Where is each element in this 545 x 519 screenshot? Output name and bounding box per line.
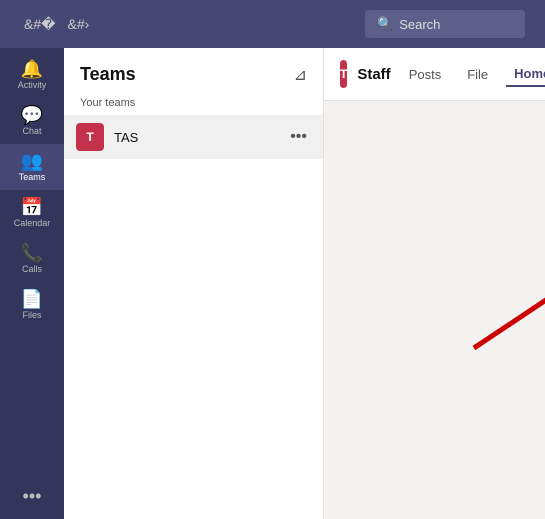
sidebar-label-calls: Calls: [22, 264, 42, 274]
team-avatar-tas: T: [76, 123, 104, 151]
back-button[interactable]: &#�: [20, 14, 59, 35]
teams-title: Teams: [80, 64, 136, 85]
sidebar-more-button[interactable]: •••: [23, 486, 42, 507]
your-teams-label: Your teams: [64, 93, 323, 115]
search-label: Search: [399, 17, 440, 32]
teams-header: Teams ⊿: [64, 48, 323, 93]
calendar-icon: 📅: [21, 198, 43, 216]
chat-icon: 💬: [21, 106, 43, 124]
content-header: T Staff Posts File Home: [324, 48, 545, 101]
sidebar-label-teams: Teams: [19, 172, 46, 182]
sidebar-item-calendar[interactable]: 📅 Calendar: [0, 190, 64, 236]
calls-icon: 📞: [21, 244, 43, 262]
sidebar: 🔔 Activity 💬 Chat 👥 Teams 📅 Calendar 📞 C…: [0, 48, 64, 519]
search-box[interactable]: 🔍 Search: [365, 10, 525, 38]
sidebar-item-chat[interactable]: 💬 Chat: [0, 98, 64, 144]
sidebar-item-files[interactable]: 📄 Files: [0, 282, 64, 328]
sidebar-label-calendar: Calendar: [14, 218, 51, 228]
team-item-tas[interactable]: T TAS •••: [64, 115, 323, 159]
top-bar: &#� &#› 🔍 Search: [0, 0, 545, 48]
sidebar-item-teams[interactable]: 👥 Teams: [0, 144, 64, 190]
teams-icon: 👥: [21, 152, 43, 170]
team-name-tas: TAS: [114, 130, 286, 145]
teams-panel: Teams ⊿ Your teams T TAS •••: [64, 48, 324, 519]
main-layout: 🔔 Activity 💬 Chat 👥 Teams 📅 Calendar 📞 C…: [0, 48, 545, 519]
sidebar-label-chat: Chat: [22, 126, 41, 136]
staff-avatar: T: [340, 60, 347, 88]
sidebar-label-files: Files: [22, 310, 41, 320]
sidebar-item-calls[interactable]: 📞 Calls: [0, 236, 64, 282]
tab-home[interactable]: Home: [506, 62, 545, 87]
team-more-button[interactable]: •••: [286, 126, 311, 148]
activity-icon: 🔔: [21, 60, 43, 78]
arrow-annotation: [454, 238, 545, 358]
search-icon: 🔍: [377, 16, 393, 32]
tab-posts[interactable]: Posts: [401, 63, 450, 86]
filter-icon[interactable]: ⊿: [294, 65, 307, 85]
content-area: T Staff Posts File Home 👁 Hide ⚙ Manage: [324, 48, 545, 519]
tab-file[interactable]: File: [459, 63, 496, 86]
sidebar-item-activity[interactable]: 🔔 Activity: [0, 52, 64, 98]
staff-title: Staff: [357, 66, 390, 83]
forward-button[interactable]: &#›: [63, 14, 93, 34]
files-icon: 📄: [21, 290, 43, 308]
sidebar-label-activity: Activity: [18, 80, 47, 90]
